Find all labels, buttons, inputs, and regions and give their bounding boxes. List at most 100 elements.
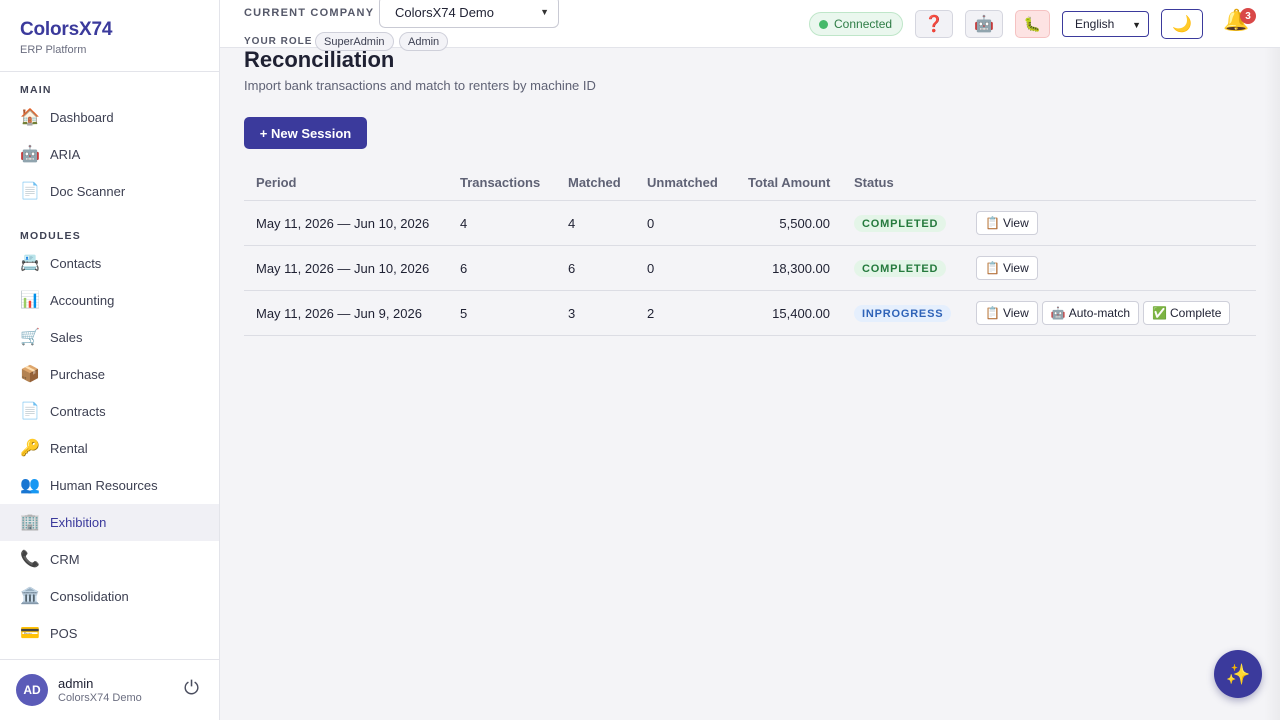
user-company: ColorsX74 Demo [58,692,142,704]
sidebar-item-doc-scanner[interactable]: 📄 Doc Scanner [0,173,219,210]
cart-icon: 🛒 [20,328,40,346]
language-select-value: English [1075,17,1115,31]
cell-unmatched: 2 [647,306,655,321]
assistant-button[interactable]: 🤖 [965,10,1003,38]
table-row: May 11, 2026 — Jun 10, 2026 6 6 0 18,300.00 C… [244,246,1256,291]
robot-icon: 🤖 [20,145,40,163]
sidebar-item-label: Dashboard [50,110,114,125]
classical-building-icon: 🏛️ [20,587,40,605]
sidebar-item-pos[interactable]: 💳 POS [0,615,219,652]
brand-subtitle: ERP Platform [20,44,87,56]
table-header: Period Transactions Matched Unmatched To… [244,164,1256,201]
cell-transactions: 6 [460,261,468,276]
role-badge-admin: Admin [399,32,449,51]
chevron-down-icon: ▼ [540,7,549,17]
new-session-button[interactable]: + New Session [244,117,367,149]
cell-period: May 11, 2026 — Jun 9, 2026 [256,306,422,321]
connection-status-label: Connected [834,17,893,31]
view-button[interactable]: 📋 View [976,256,1038,280]
language-select[interactable]: English ▼ [1062,11,1149,37]
your-role-label: YOUR ROLE [244,36,313,47]
cell-matched: 4 [568,216,576,231]
connection-status: Connected [809,12,904,36]
ai-assistant-fab[interactable]: ✨ [1214,650,1262,698]
row-actions: 📋 View [976,256,1038,280]
page-subtitle: Import bank transactions and match to re… [244,78,596,93]
table-row: May 11, 2026 — Jun 10, 2026 4 4 0 5,500.00 CO… [244,201,1256,246]
power-icon[interactable]: ⏻ [184,679,199,698]
sidebar-item-label: CRM [50,552,80,567]
clipboard-icon: 📋 [985,216,1000,230]
sidebar-item-consolidation[interactable]: 🏛️ Consolidation [0,578,219,615]
row-actions: 📋 View [976,211,1038,235]
cell-unmatched: 0 [647,261,655,276]
credit-card-icon: 💳 [20,624,40,642]
sidebar-item-label: Contacts [50,256,102,271]
sparkles-icon: ✨ [1225,663,1251,686]
action-label: Complete [1170,306,1222,320]
sidebar-item-label: Doc Scanner [50,184,126,199]
sidebar-item-sales[interactable]: 🛒 Sales [0,319,219,356]
help-button[interactable]: ❓ [915,10,953,38]
package-icon: 📦 [20,365,40,383]
current-company-label: CURRENT COMPANY [244,7,375,19]
sidebar-item-label: Accounting [50,293,115,308]
column-header-unmatched[interactable]: Unmatched [647,175,718,190]
column-header-matched[interactable]: Matched [568,175,621,190]
sidebar-item-contracts[interactable]: 📄 Contracts [0,393,219,430]
report-bug-button[interactable]: 🐛 [1015,10,1050,38]
sidebar-item-purchase[interactable]: 📦 Purchase [0,356,219,393]
brand-name[interactable]: ColorsX74 [20,19,199,41]
section-label-main: MAIN [20,84,52,96]
view-button[interactable]: 📋 View [976,301,1038,325]
view-button[interactable]: 📋 View [976,211,1038,235]
document-icon: 📄 [20,182,40,200]
avatar[interactable]: AD [16,674,48,706]
status-dot-icon [819,19,828,29]
question-mark-icon: ❓ [924,16,944,33]
cell-transactions: 4 [460,216,468,231]
row-actions: 📋 View 🤖 Auto-match ✅ Complete [976,301,1231,325]
column-header-total-amount[interactable]: Total Amount [748,175,830,190]
user-name: admin [58,676,94,691]
robot-icon: 🤖 [974,16,994,33]
column-header-period[interactable]: Period [256,175,296,190]
sidebar-item-label: POS [50,626,78,641]
sidebar-item-rental[interactable]: 🔑 Rental [0,430,219,467]
sessions-table: Period Transactions Matched Unmatched To… [244,164,1256,336]
people-icon: 👥 [20,476,40,494]
cell-unmatched: 0 [647,216,655,231]
sidebar-item-human-resources[interactable]: 👥 Human Resources [0,467,219,504]
sidebar-item-dashboard[interactable]: 🏠 Dashboard [0,99,219,136]
sidebar-item-accounting[interactable]: 📊 Accounting [0,282,219,319]
cell-period: May 11, 2026 — Jun 10, 2026 [256,216,430,231]
notification-count-badge: 3 [1240,8,1256,24]
sidebar-item-label: Rental [50,441,88,456]
sidebar-item-exhibition[interactable]: 🏢 Exhibition [0,504,219,541]
cell-total-amount: 18,300.00 [772,261,830,276]
action-label: View [1002,306,1029,320]
sidebar-item-crm[interactable]: 📞 CRM [0,541,219,578]
home-icon: 🏠 [20,108,40,126]
sidebar-item-label: Contracts [50,404,106,419]
moon-icon: 🌙 [1172,16,1192,33]
column-header-status[interactable]: Status [854,175,894,190]
cell-total-amount: 5,500.00 [779,216,830,231]
sidebar-item-aria[interactable]: 🤖 ARIA [0,136,219,173]
sidebar-item-label: Human Resources [50,478,158,493]
status-badge: COMPLETED [854,215,947,232]
building-icon: 🏢 [20,513,40,531]
topbar: CURRENT COMPANY ColorsX74 Demo ▼ YOUR RO… [220,0,1280,51]
sidebar-item-contacts[interactable]: 📇 Contacts [0,245,219,282]
complete-button[interactable]: ✅ Complete [1143,301,1231,325]
company-select[interactable]: ColorsX74 Demo ▼ [379,0,559,28]
column-header-transactions[interactable]: Transactions [460,175,540,190]
theme-toggle-button[interactable]: 🌙 [1161,9,1203,39]
table-body: May 11, 2026 — Jun 10, 2026 4 4 0 5,500.00 CO… [244,201,1256,336]
status-badge: INPROGRESS [854,305,952,322]
chevron-down-icon: ▼ [1132,20,1141,30]
auto-match-button[interactable]: 🤖 Auto-match [1041,301,1140,325]
company-select-value: ColorsX74 Demo [395,4,494,20]
cell-transactions: 5 [460,306,468,321]
main-nav: 🏠 Dashboard 🤖 ARIA 📄 Doc Scanner [0,99,219,210]
